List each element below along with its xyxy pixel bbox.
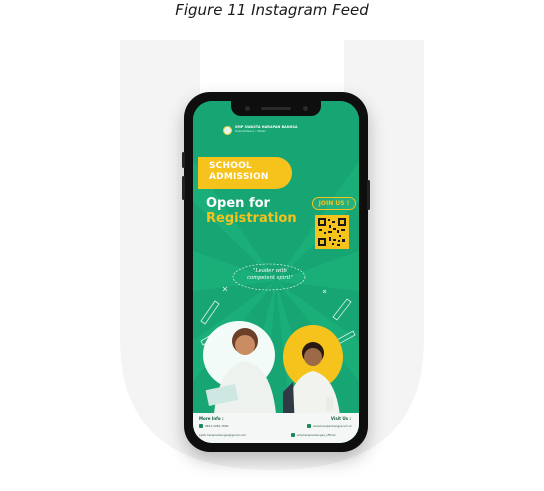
admission-line-2: ADMISSION [209,172,269,182]
phone-icon [199,424,203,428]
phone-screen: SMP SWASTA HARAPAN BANGSA Terakreditasi … [193,101,359,443]
students-photo [203,321,343,429]
visit-us-label: Visit Us : [330,416,351,421]
poster-footer: More Info : 0812-3456-7890 ppdb.harapanb… [193,413,359,443]
registration-heading: Registration [206,211,297,226]
phone-power-button [367,180,370,210]
admission-poster: SMP SWASTA HARAPAN BANGSA Terakreditasi … [193,101,359,443]
qr-code-icon [315,215,349,249]
instagram-icon [291,433,295,437]
contact-social: smpharapanbangsa_official [297,433,336,437]
camera-icon [245,106,250,111]
school-logo [223,126,232,135]
join-us-badge: JOIN US ! [312,197,356,210]
contact-website: www.harapanbangsa.sch.id [313,424,352,428]
school-name: SMP SWASTA HARAPAN BANGSA [235,125,298,129]
admission-line-1: SCHOOL [209,161,252,171]
web-icon [307,424,311,428]
contact-email: ppdb.harapanbangsa@gmail.com [199,433,247,437]
open-for-heading: Open for [206,196,270,211]
quote-text: "Leader with competent spirit" [241,268,299,282]
contact-phone: 0812-3456-7890 [205,424,229,428]
speaker-icon [261,107,291,110]
more-info-label: More Info : [199,416,224,421]
smartphone-mockup: SMP SWASTA HARAPAN BANGSA Terakreditasi … [182,92,370,452]
quote-line-1: "Leader with [252,268,288,274]
phone-notch [231,101,321,116]
camera-icon [303,106,308,111]
school-admission-banner: SCHOOL ADMISSION [198,157,292,189]
phone-side-button [182,152,185,168]
phone-volume-button [182,176,185,200]
school-subtitle: Terakreditasi A • Medan [235,130,267,133]
